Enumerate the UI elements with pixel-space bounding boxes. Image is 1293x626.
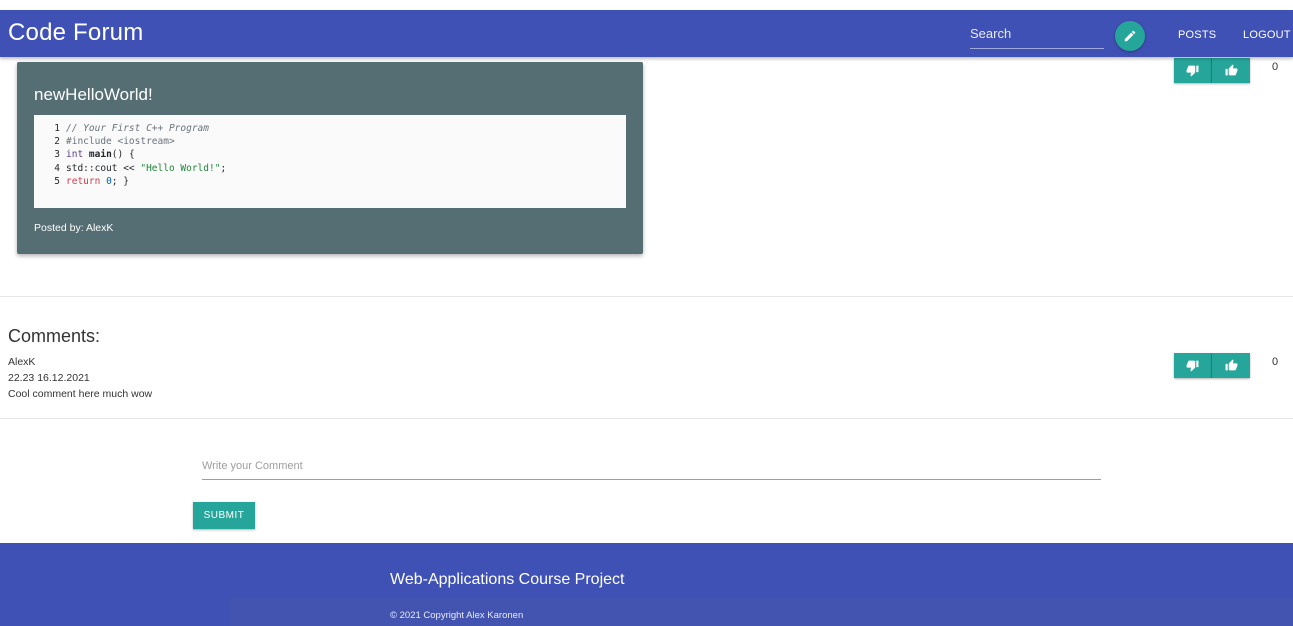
footer: Web-Applications Course Project © 2021 C… xyxy=(0,543,1293,626)
code-text: #include <iostream> xyxy=(66,136,175,148)
navbar: Code Forum POSTS LOGOUT xyxy=(0,10,1293,57)
code-line: 3 int main() { xyxy=(48,148,626,161)
comment-input[interactable] xyxy=(202,453,1101,478)
new-post-button[interactable] xyxy=(1115,21,1145,51)
comment-vote-count: 0 xyxy=(1272,356,1279,368)
code-line: 5 return 0; } xyxy=(48,175,626,188)
code-text: std::cout << "Hello World!"; xyxy=(66,162,227,174)
line-number: 5 xyxy=(54,175,60,187)
posted-by: Posted by: AlexK xyxy=(34,222,114,234)
pencil-icon xyxy=(1124,30,1136,42)
comment-vote-group xyxy=(1174,353,1250,378)
post-card: newHelloWorld! 1 // Your First C++ Progra… xyxy=(17,62,643,254)
line-number: 4 xyxy=(54,162,60,174)
search-input[interactable] xyxy=(970,19,1104,47)
line-number: 2 xyxy=(54,136,60,148)
search-field xyxy=(970,19,1104,49)
divider xyxy=(0,296,1293,297)
line-number: 3 xyxy=(54,149,60,161)
brand-title[interactable]: Code Forum xyxy=(8,19,143,47)
comment-like-button[interactable] xyxy=(1212,353,1250,378)
thumb-down-icon xyxy=(1186,360,1199,372)
code-text: return 0; } xyxy=(66,175,129,187)
submit-button[interactable]: SUBMIT xyxy=(193,502,255,529)
code-text: // Your First C++ Program xyxy=(66,123,209,134)
comment-text: Cool comment here much wow xyxy=(8,388,153,400)
nav-link-logout[interactable]: LOGOUT xyxy=(1243,29,1291,41)
comment-field xyxy=(202,453,1101,480)
dislike-button[interactable] xyxy=(1174,58,1212,83)
divider xyxy=(0,418,1293,419)
comment-timestamp: 22.23 16.12.2021 xyxy=(8,372,90,384)
code-line: 1 // Your First C++ Program xyxy=(48,122,626,135)
post-vote-group xyxy=(1174,58,1250,83)
comments-heading: Comments: xyxy=(8,326,101,346)
like-button[interactable] xyxy=(1212,58,1250,83)
footer-copyright-bar: © 2021 Copyright Alex Karonen xyxy=(229,598,1293,626)
code-line: 4 std::cout << "Hello World!"; xyxy=(48,162,626,175)
thumb-up-icon xyxy=(1225,64,1237,76)
line-number: 1 xyxy=(54,123,60,134)
code-block: 1 // Your First C++ Program 2 #include <io… xyxy=(34,115,626,208)
post-vote-count: 0 xyxy=(1272,61,1279,73)
thumb-up-icon xyxy=(1225,359,1237,371)
nav-link-posts[interactable]: POSTS xyxy=(1178,29,1216,41)
thumb-down-icon xyxy=(1186,65,1199,77)
footer-copyright: © 2021 Copyright Alex Karonen xyxy=(390,610,524,621)
code-line: 2 #include <iostream> xyxy=(48,135,626,148)
post-title: newHelloWorld! xyxy=(34,85,153,104)
code-text: int main() { xyxy=(66,149,135,161)
comment-dislike-button[interactable] xyxy=(1174,353,1212,378)
comment-author: AlexK xyxy=(8,356,36,368)
footer-title: Web-Applications Course Project xyxy=(390,571,625,588)
